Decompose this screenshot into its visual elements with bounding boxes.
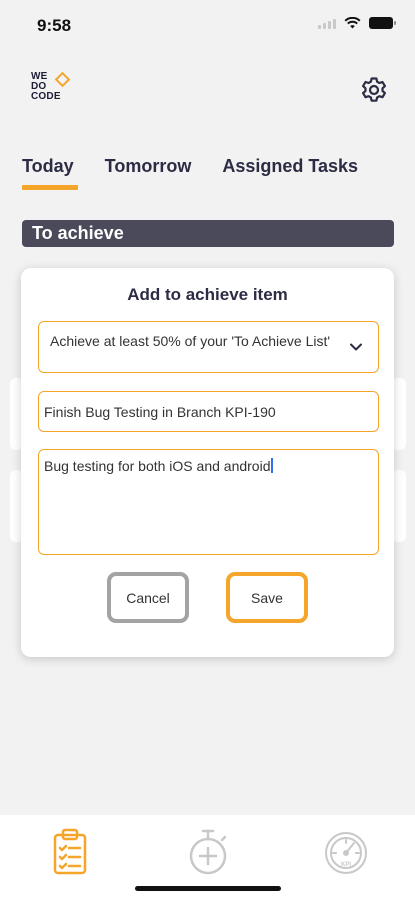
add-item-dialog: Add to achieve item Achieve at least 50%… [21,268,394,657]
tab-tomorrow[interactable]: Tomorrow [105,156,192,177]
dialog-title: Add to achieve item [127,285,288,304]
text-cursor [271,458,274,473]
stopwatch-plus-icon[interactable] [186,827,230,877]
svg-text:KPI: KPI [341,862,351,868]
tab-today[interactable]: Today [22,156,78,190]
chevron-down-icon [350,343,362,351]
cellular-signal-icon [318,18,336,29]
item-title-input[interactable]: Finish Bug Testing in Branch KPI-190 [38,391,379,432]
list-item [392,470,406,542]
section-header-to-achieve: To achieve [22,220,394,247]
gear-icon[interactable] [360,76,388,104]
goal-select[interactable]: Achieve at least 50% of your 'To Achieve… [38,321,379,373]
status-bar: 9:58 [0,0,415,50]
home-indicator [135,886,281,891]
tab-assigned-tasks[interactable]: Assigned Tasks [222,156,358,177]
item-title-value: Finish Bug Testing in Branch KPI-190 [44,404,276,420]
clipboard-checklist-icon[interactable] [49,827,93,877]
save-button[interactable]: Save [226,572,308,623]
status-time: 9:58 [37,16,72,35]
app-logo: WE DO CODE [31,72,75,108]
cancel-button[interactable]: Cancel [107,572,189,623]
battery-icon [369,17,396,29]
logo-line-3: CODE [31,91,61,102]
item-description-textarea[interactable]: Bug testing for both iOS and android [38,449,379,555]
item-description-value: Bug testing for both iOS and android [44,458,271,474]
wifi-icon [344,17,361,29]
goal-select-value: Achieve at least 50% of your 'To Achieve… [50,333,331,349]
status-icons [318,17,396,29]
day-tabs: Today Tomorrow Assigned Tasks [22,156,358,190]
list-item [392,378,406,450]
kpi-gauge-icon[interactable]: KPI [324,827,368,877]
